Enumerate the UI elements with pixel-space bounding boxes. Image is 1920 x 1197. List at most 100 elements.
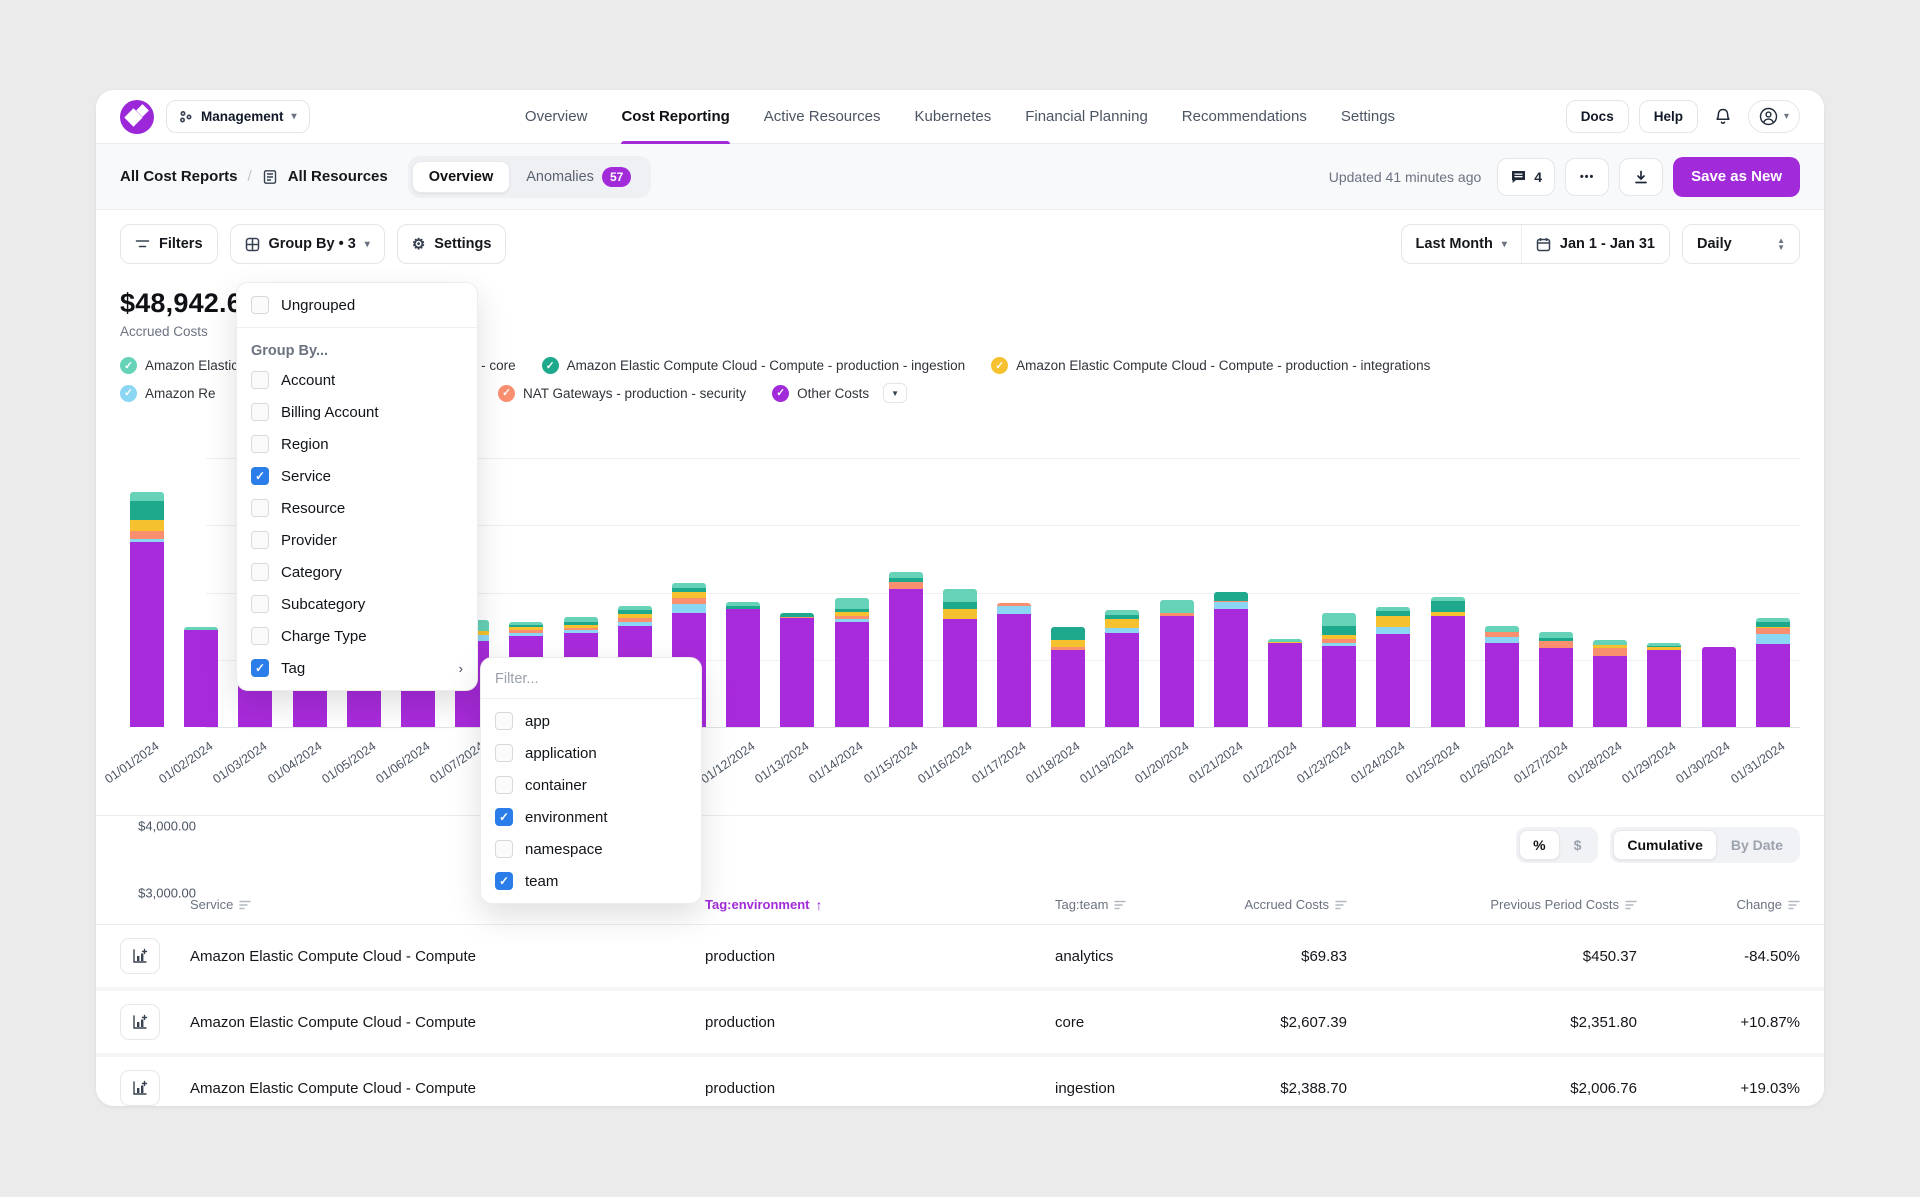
menu-item-charge-type[interactable]: Charge Type bbox=[237, 620, 477, 652]
checkbox-unchecked[interactable] bbox=[251, 627, 269, 645]
more-actions-button[interactable]: ••• bbox=[1565, 158, 1609, 196]
tab-anomalies[interactable]: Anomalies 57 bbox=[510, 160, 647, 194]
nav-item-overview[interactable]: Overview bbox=[525, 90, 588, 144]
by-date-toggle[interactable]: By Date bbox=[1717, 830, 1797, 860]
chart-bar[interactable] bbox=[889, 572, 923, 727]
checkbox-unchecked[interactable] bbox=[251, 435, 269, 453]
column-header-change[interactable]: Change bbox=[1637, 897, 1800, 912]
brand-logo[interactable] bbox=[120, 100, 154, 134]
column-header-tag-team[interactable]: Tag:team bbox=[1055, 897, 1215, 912]
chart-bar[interactable] bbox=[1539, 632, 1573, 727]
chart-bar[interactable] bbox=[1268, 639, 1302, 727]
checkbox-unchecked[interactable] bbox=[251, 595, 269, 613]
menu-item-resource[interactable]: Resource bbox=[237, 492, 477, 524]
breadcrumb-resource[interactable]: All Resources bbox=[288, 168, 388, 185]
chart-bar[interactable] bbox=[1051, 627, 1085, 727]
legend-item[interactable]: ✓Amazon Elastic Compute Cloud - Compute … bbox=[542, 357, 965, 374]
legend-item[interactable]: ✓Amazon Elastic Compute Cloud - Compute … bbox=[991, 357, 1430, 374]
checkbox-unchecked[interactable] bbox=[495, 840, 513, 858]
nav-item-settings[interactable]: Settings bbox=[1341, 90, 1395, 144]
chart-bar[interactable] bbox=[1485, 626, 1519, 727]
tag-option-container[interactable]: container bbox=[481, 769, 701, 801]
chart-bar[interactable] bbox=[1214, 592, 1248, 727]
checkbox-unchecked[interactable] bbox=[251, 499, 269, 517]
chart-bar[interactable] bbox=[1593, 640, 1627, 727]
docs-button[interactable]: Docs bbox=[1566, 100, 1629, 133]
percent-toggle[interactable]: % bbox=[1519, 830, 1559, 860]
column-header-previous-period-costs[interactable]: Previous Period Costs bbox=[1347, 897, 1637, 912]
tag-option-application[interactable]: application bbox=[481, 737, 701, 769]
chart-bar[interactable] bbox=[726, 602, 760, 727]
checkbox-checked[interactable]: ✓ bbox=[495, 808, 513, 826]
chart-bar[interactable] bbox=[184, 627, 218, 727]
add-to-report-button[interactable] bbox=[120, 938, 160, 974]
menu-item-provider[interactable]: Provider bbox=[237, 524, 477, 556]
tag-option-namespace[interactable]: namespace bbox=[481, 833, 701, 865]
chart-bar[interactable] bbox=[1322, 613, 1356, 727]
range-preset-button[interactable]: Last Month ▾ bbox=[1402, 225, 1521, 263]
help-button[interactable]: Help bbox=[1639, 100, 1698, 133]
menu-item-tag[interactable]: ✓Tag› bbox=[237, 652, 477, 684]
save-as-new-button[interactable]: Save as New bbox=[1673, 157, 1800, 197]
legend-item[interactable]: ✓NAT Gateways - production - security bbox=[498, 385, 746, 402]
checkbox-unchecked[interactable] bbox=[251, 531, 269, 549]
date-range-button[interactable]: Jan 1 - Jan 31 bbox=[1521, 225, 1669, 263]
chart-bar[interactable] bbox=[1702, 647, 1736, 727]
add-to-report-button[interactable] bbox=[120, 1070, 160, 1106]
checkbox-unchecked[interactable] bbox=[251, 403, 269, 421]
menu-item-ungrouped[interactable]: Ungrouped bbox=[237, 289, 477, 321]
menu-item-subcategory[interactable]: Subcategory bbox=[237, 588, 477, 620]
breadcrumb-report[interactable]: All Cost Reports bbox=[120, 168, 238, 185]
chart-settings-button[interactable]: ⚙ Settings bbox=[397, 224, 507, 264]
filters-button[interactable]: Filters bbox=[120, 224, 218, 264]
legend-expand-button[interactable]: ▼ bbox=[883, 383, 907, 403]
workspace-switcher[interactable]: Management ▾ bbox=[166, 100, 310, 133]
menu-item-region[interactable]: Region bbox=[237, 428, 477, 460]
tag-filter-input[interactable] bbox=[481, 658, 701, 698]
tab-overview[interactable]: Overview bbox=[412, 161, 511, 193]
menu-item-account[interactable]: Account bbox=[237, 364, 477, 396]
column-header-accrued-costs[interactable]: Accrued Costs bbox=[1215, 897, 1347, 912]
nav-item-financial-planning[interactable]: Financial Planning bbox=[1025, 90, 1148, 144]
checkbox-checked[interactable]: ✓ bbox=[251, 659, 269, 677]
column-header-tag-environment[interactable]: Tag:environment↑ bbox=[705, 897, 1055, 913]
checkbox-unchecked[interactable] bbox=[495, 776, 513, 794]
chart-bar[interactable] bbox=[1756, 618, 1790, 727]
chart-bar[interactable] bbox=[997, 603, 1031, 727]
comments-button[interactable]: 4 bbox=[1497, 158, 1555, 196]
menu-item-billing-account[interactable]: Billing Account bbox=[237, 396, 477, 428]
checkbox-unchecked[interactable] bbox=[495, 712, 513, 730]
add-to-report-button[interactable] bbox=[120, 1004, 160, 1040]
legend-item[interactable]: ✓Other Costs▼ bbox=[772, 383, 907, 403]
chart-bar[interactable] bbox=[1160, 600, 1194, 727]
nav-item-active-resources[interactable]: Active Resources bbox=[764, 90, 881, 144]
dollar-toggle[interactable]: $ bbox=[1560, 830, 1596, 860]
checkbox-unchecked[interactable] bbox=[251, 296, 269, 314]
user-menu[interactable]: ▾ bbox=[1748, 100, 1800, 133]
nav-item-cost-reporting[interactable]: Cost Reporting bbox=[621, 90, 729, 144]
cumulative-toggle[interactable]: Cumulative bbox=[1613, 830, 1716, 860]
chart-bar[interactable] bbox=[1431, 597, 1465, 727]
group-by-button[interactable]: Group By • 3 ▾ bbox=[230, 224, 385, 264]
tag-option-team[interactable]: ✓team bbox=[481, 865, 701, 897]
checkbox-unchecked[interactable] bbox=[495, 744, 513, 762]
tag-option-app[interactable]: app bbox=[481, 705, 701, 737]
chart-bar[interactable] bbox=[1376, 607, 1410, 727]
checkbox-checked[interactable]: ✓ bbox=[251, 467, 269, 485]
chart-bar[interactable] bbox=[780, 613, 814, 727]
download-button[interactable] bbox=[1619, 158, 1663, 196]
chart-bar[interactable] bbox=[835, 598, 869, 727]
menu-item-service[interactable]: ✓Service bbox=[237, 460, 477, 492]
chart-bar[interactable] bbox=[1105, 610, 1139, 727]
granularity-select[interactable]: Daily ▲▼ bbox=[1682, 224, 1800, 264]
tag-option-environment[interactable]: ✓environment bbox=[481, 801, 701, 833]
chart-bar[interactable] bbox=[943, 589, 977, 727]
nav-item-recommendations[interactable]: Recommendations bbox=[1182, 90, 1307, 144]
nav-item-kubernetes[interactable]: Kubernetes bbox=[914, 90, 991, 144]
checkbox-checked[interactable]: ✓ bbox=[495, 872, 513, 890]
chart-bar[interactable] bbox=[1647, 643, 1681, 727]
menu-item-category[interactable]: Category bbox=[237, 556, 477, 588]
checkbox-unchecked[interactable] bbox=[251, 563, 269, 581]
chart-bar[interactable] bbox=[130, 492, 164, 727]
checkbox-unchecked[interactable] bbox=[251, 371, 269, 389]
